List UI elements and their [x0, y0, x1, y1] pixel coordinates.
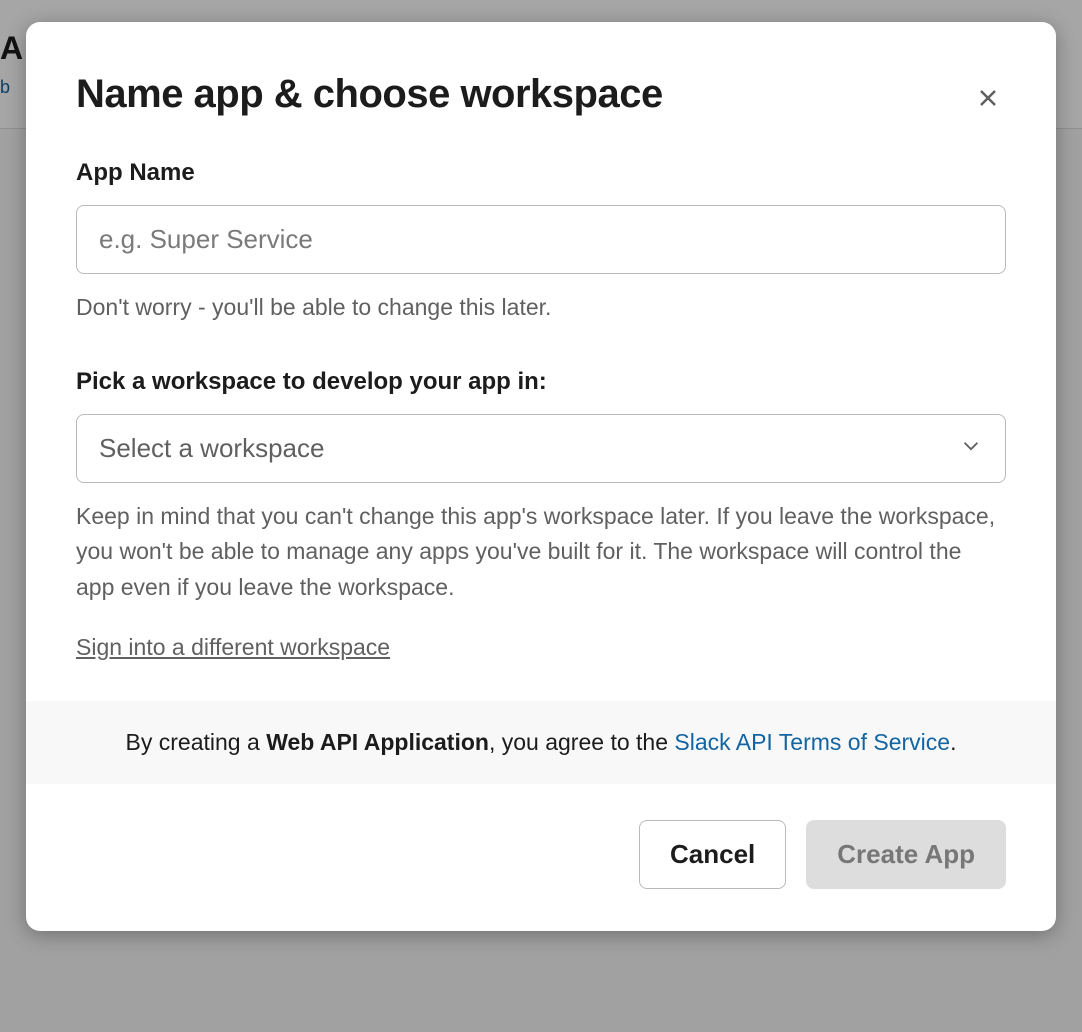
workspace-select[interactable]: Select a workspace: [76, 414, 1006, 483]
workspace-field-group: Pick a workspace to develop your app in:…: [76, 368, 1006, 661]
app-name-input[interactable]: [76, 205, 1006, 274]
terms-banner: By creating a Web API Application, you a…: [26, 701, 1056, 784]
signin-different-workspace-link[interactable]: Sign into a different workspace: [76, 634, 390, 661]
modal-title: Name app & choose workspace: [76, 72, 663, 117]
terms-link[interactable]: Slack API Terms of Service: [674, 729, 950, 755]
close-icon: [976, 98, 1000, 113]
modal-footer: Cancel Create App: [26, 784, 1056, 931]
modal-body: App Name Don't worry - you'll be able to…: [26, 119, 1056, 701]
close-button[interactable]: [970, 80, 1006, 119]
create-app-button[interactable]: Create App: [806, 820, 1006, 889]
workspace-select-wrapper: Select a workspace: [76, 414, 1006, 483]
terms-suffix: .: [950, 729, 956, 755]
terms-bold: Web API Application: [266, 729, 489, 755]
modal-overlay: Name app & choose workspace App Name Don…: [0, 0, 1082, 1032]
app-name-field-group: App Name Don't worry - you'll be able to…: [76, 159, 1006, 326]
terms-prefix: By creating a: [126, 729, 267, 755]
create-app-modal: Name app & choose workspace App Name Don…: [26, 22, 1056, 931]
workspace-label: Pick a workspace to develop your app in:: [76, 368, 1006, 396]
workspace-help-text: Keep in mind that you can't change this …: [76, 499, 1006, 606]
modal-header: Name app & choose workspace: [26, 22, 1056, 119]
app-name-help-text: Don't worry - you'll be able to change t…: [76, 290, 1006, 326]
app-name-label: App Name: [76, 159, 1006, 187]
terms-middle: , you agree to the: [489, 729, 674, 755]
cancel-button[interactable]: Cancel: [639, 820, 786, 889]
